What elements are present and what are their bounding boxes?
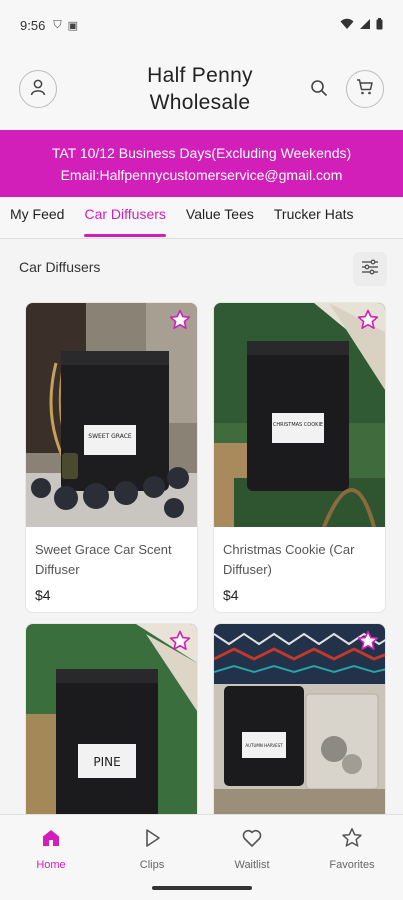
product-card[interactable]: SWEET GRACE Sweet Grace Car Scent Diffus… <box>25 302 198 613</box>
svg-text:AUTUMN HARVEST: AUTUMN HARVEST <box>245 743 283 748</box>
play-icon <box>112 825 192 851</box>
cart-button[interactable] <box>346 70 384 108</box>
section-header: Car Diffusers <box>0 250 403 286</box>
shop-header: Half Penny Wholesale <box>0 50 403 130</box>
nav-home[interactable]: Home <box>11 825 91 871</box>
tab-value-tees[interactable]: Value Tees <box>186 197 254 238</box>
shop-title-line1: Half Penny <box>147 64 253 87</box>
favorite-star-icon[interactable] <box>169 309 191 331</box>
bag-label: AUTUMN HARVEST <box>245 743 283 748</box>
product-price: $4 <box>223 587 239 603</box>
section-title: Car Diffusers <box>19 259 101 275</box>
product-name[interactable]: Christmas Cookie (Car Diffuser) <box>223 540 376 580</box>
status-time: 9:56 <box>20 17 46 33</box>
notification-icon: ▣ <box>67 19 78 32</box>
wifi-icon <box>340 18 354 33</box>
product-image[interactable]: CHRISTMAS COOKIE <box>214 303 385 527</box>
nav-home-label: Home <box>36 859 66 871</box>
tab-my-feed[interactable]: My Feed <box>10 197 64 238</box>
favorite-star-icon[interactable] <box>357 630 379 652</box>
announcement-banner: TAT 10/12 Business Days(Excluding Weeken… <box>0 130 403 197</box>
nav-waitlist[interactable]: Waitlist <box>212 825 292 871</box>
bag-label: CHRISTMAS COOKIE <box>273 422 323 428</box>
tab-trucker-hats[interactable]: Trucker Hats <box>274 197 354 238</box>
nav-waitlist-label: Waitlist <box>234 859 270 871</box>
svg-text:PINE: PINE <box>93 755 120 769</box>
signal-icon <box>359 18 371 33</box>
search-icon <box>310 79 328 102</box>
star-icon <box>312 825 392 851</box>
home-indicator[interactable] <box>152 886 252 890</box>
shield-icon: ⛉ <box>53 18 62 31</box>
nav-favorites-label: Favorites <box>329 859 375 871</box>
user-icon <box>29 78 47 101</box>
shop-title: Half Penny Wholesale <box>100 62 300 116</box>
svg-text:CHRISTMAS COOKIE: CHRISTMAS COOKIE <box>273 422 323 428</box>
bag-label: SWEET GRACE <box>88 433 132 440</box>
search-button[interactable] <box>307 78 331 102</box>
filter-button[interactable] <box>353 252 387 286</box>
cart-icon <box>356 78 374 101</box>
product-name[interactable]: Sweet Grace Car Scent Diffuser <box>35 540 188 580</box>
product-image[interactable]: SWEET GRACE <box>26 303 197 527</box>
nav-clips[interactable]: Clips <box>112 825 192 871</box>
status-bar: 9:56 ⛉ ▣ <box>0 0 403 50</box>
product-card[interactable]: CHRISTMAS COOKIE Christmas Cookie (Car D… <box>213 302 386 613</box>
banner-line-turnaround: TAT 10/12 Business Days(Excluding Weeken… <box>51 145 352 161</box>
favorite-star-icon[interactable] <box>169 630 191 652</box>
banner-line-email: Email:Halfpennycustomerservice@gmail.com <box>60 167 343 183</box>
favorite-star-icon[interactable] <box>357 309 379 331</box>
nav-favorites[interactable]: Favorites <box>312 825 392 871</box>
nav-clips-label: Clips <box>139 859 165 871</box>
svg-text:SWEET GRACE: SWEET GRACE <box>88 433 132 440</box>
heart-icon <box>212 825 292 851</box>
tab-car-diffusers[interactable]: Car Diffusers <box>84 197 167 238</box>
home-icon <box>11 825 91 851</box>
product-price: $4 <box>35 587 51 603</box>
battery-icon <box>376 17 383 33</box>
sliders-icon <box>361 259 379 280</box>
category-tabs: My Feed Car Diffusers Value Tees Trucker… <box>0 197 403 239</box>
shop-title-line2: Wholesale <box>149 91 251 114</box>
account-button[interactable] <box>19 70 57 108</box>
bag-label: PINE <box>93 755 120 769</box>
